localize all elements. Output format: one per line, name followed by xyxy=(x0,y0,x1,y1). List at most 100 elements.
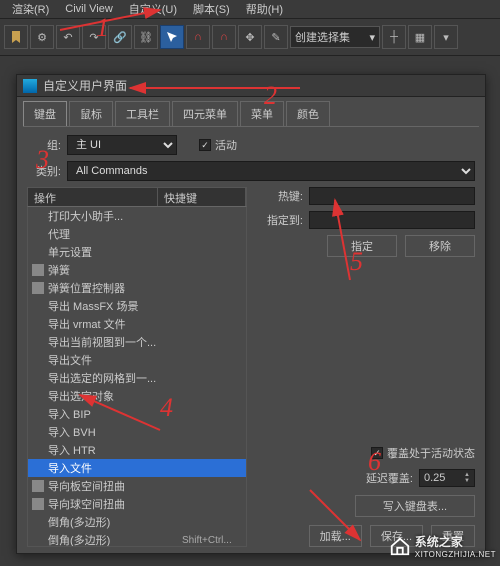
checkbox-icon: ✓ xyxy=(199,139,211,151)
row-label: 倒角(多边形) xyxy=(48,514,178,530)
action-list[interactable]: 打印大小助手... 代理单元设置弹簧弹簧位置控制器导出 MassFX 场景导出 v… xyxy=(27,207,247,547)
row-label: 导出选定的网格到一... xyxy=(48,370,178,386)
axis-icon[interactable]: ┼ xyxy=(382,25,406,49)
row-label: 导出文件 xyxy=(48,352,178,368)
row-icon xyxy=(32,264,44,276)
row-icon xyxy=(32,498,44,510)
tab-toolbar[interactable]: 工具栏 xyxy=(115,101,170,126)
menu-script[interactable]: 脚本(S) xyxy=(185,1,238,17)
dialog-tabs: 键盘 鼠标 工具栏 四元菜单 菜单 颜色 xyxy=(17,97,485,126)
row-icon xyxy=(32,246,44,258)
col-action[interactable]: 操作 xyxy=(28,188,158,206)
watermark: 系统之家 XITONGZHIJIA.NET xyxy=(389,533,496,559)
override-checkbox[interactable]: ✓ 覆盖处于活动状态 xyxy=(371,445,475,461)
checkbox-icon: ✓ xyxy=(371,447,383,459)
row-icon xyxy=(32,228,44,240)
assigned-input[interactable] xyxy=(309,211,475,229)
row-label: 代理 xyxy=(48,226,178,242)
row-icon xyxy=(32,354,44,366)
list-item[interactable]: 弹簧位置控制器 xyxy=(28,279,246,297)
list-item[interactable]: 倒角(多边形) xyxy=(28,513,246,531)
tab-menu[interactable]: 菜单 xyxy=(240,101,284,126)
row-label: 导入 BVH xyxy=(48,424,178,440)
main-toolbar: ⚙ ↶ ↷ 🔗 ⛓ ∩ ∩ ✥ ✎ 创建选择集▾ ┼ ▦ ▾ xyxy=(0,18,500,56)
row-label: 导出 MassFX 场景 xyxy=(48,298,178,314)
row-label: 导入文件 xyxy=(48,460,178,476)
delay-spinner[interactable]: 0.25 ▲▼ xyxy=(419,469,475,487)
row-label: 倒角(多边形) xyxy=(48,532,178,547)
row-label: 导入 BIP xyxy=(48,406,178,422)
row-label: 弹簧位置控制器 xyxy=(48,280,178,296)
row-label: 导出 vrmat 文件 xyxy=(48,316,178,332)
move-icon[interactable]: ✥ xyxy=(238,25,262,49)
unlink-icon[interactable]: ⛓ xyxy=(134,25,158,49)
tab-mouse[interactable]: 鼠标 xyxy=(69,101,113,126)
undo-icon[interactable]: ↶ xyxy=(56,25,80,49)
row-icon xyxy=(32,336,44,348)
list-item[interactable]: 导向球空间扭曲 xyxy=(28,495,246,513)
menu-customize[interactable]: 自定义(U) xyxy=(121,1,185,17)
row-icon xyxy=(32,372,44,384)
menu-civil-view[interactable]: Civil View xyxy=(57,3,120,15)
delay-label: 延迟覆盖: xyxy=(366,470,413,486)
list-item[interactable]: 代理 xyxy=(28,225,246,243)
magnet2-icon[interactable]: ∩ xyxy=(212,25,236,49)
hotkey-label: 热键: xyxy=(257,188,303,204)
load-button[interactable]: 加载... xyxy=(309,525,362,547)
list-item[interactable]: 导入 BVH xyxy=(28,423,246,441)
list-item[interactable]: 弹簧 xyxy=(28,261,246,279)
row-icon xyxy=(32,390,44,402)
magnet-icon[interactable]: ∩ xyxy=(186,25,210,49)
dialog-titlebar[interactable]: 自定义用户界面 xyxy=(17,75,485,97)
list-item[interactable]: 单元设置 xyxy=(28,243,246,261)
category-label: 类别: xyxy=(27,163,61,179)
list-item[interactable]: 导入文件 xyxy=(28,459,246,477)
tab-quad[interactable]: 四元菜单 xyxy=(172,101,238,126)
list-item[interactable]: 导出选定的网格到一... xyxy=(28,369,246,387)
assigned-label: 指定到: xyxy=(257,212,303,228)
selection-set-dropdown[interactable]: 创建选择集▾ xyxy=(290,26,380,48)
assign-button[interactable]: 指定 xyxy=(327,235,397,257)
settings-icon[interactable]: ⚙ xyxy=(30,25,54,49)
list-item[interactable]: 导出当前视图到一个... xyxy=(28,333,246,351)
row-icon xyxy=(32,318,44,330)
dialog-title-text: 自定义用户界面 xyxy=(43,77,127,94)
row-label: 打印大小助手... xyxy=(48,208,178,224)
col-shortcut[interactable]: 快捷键 xyxy=(158,188,246,206)
tab-keyboard[interactable]: 键盘 xyxy=(23,101,67,126)
menu-help[interactable]: 帮助(H) xyxy=(238,1,291,17)
tool-icon[interactable]: ✎ xyxy=(264,25,288,49)
list-item[interactable]: 导出选定对象 xyxy=(28,387,246,405)
tab-color[interactable]: 颜色 xyxy=(286,101,330,126)
list-item[interactable]: 导出文件 xyxy=(28,351,246,369)
row-icon xyxy=(32,444,44,456)
row-icon xyxy=(32,210,44,222)
hotkey-input[interactable] xyxy=(309,187,475,205)
category-dropdown[interactable]: All Commands xyxy=(67,161,475,181)
list-item[interactable]: 导出 vrmat 文件 xyxy=(28,315,246,333)
list-item[interactable]: 导出 MassFX 场景 xyxy=(28,297,246,315)
active-checkbox[interactable]: ✓ 活动 xyxy=(199,137,237,153)
grid-icon[interactable]: ▦ xyxy=(408,25,432,49)
menu-render[interactable]: 渲染(R) xyxy=(4,1,57,17)
house-icon xyxy=(389,535,411,557)
row-label: 导入 HTR xyxy=(48,442,178,458)
row-label: 单元设置 xyxy=(48,244,178,260)
dropdown-icon[interactable]: ▾ xyxy=(434,25,458,49)
select-icon[interactable] xyxy=(160,25,184,49)
row-shortcut: Shift+Ctrl... xyxy=(182,535,242,546)
remove-button[interactable]: 移除 xyxy=(405,235,475,257)
list-item[interactable]: 倒角(多边形) Shift+Ctrl... xyxy=(28,531,246,547)
row-icon xyxy=(32,282,44,294)
list-item[interactable]: 导向板空间扭曲 xyxy=(28,477,246,495)
bookmark-icon[interactable] xyxy=(4,25,28,49)
list-item[interactable]: 打印大小助手... xyxy=(28,207,246,225)
link-icon[interactable]: 🔗 xyxy=(108,25,132,49)
write-keyboard-button[interactable]: 写入键盘表... xyxy=(355,495,475,517)
redo-icon[interactable]: ↷ xyxy=(82,25,106,49)
main-menubar: 渲染(R) Civil View 自定义(U) 脚本(S) 帮助(H) xyxy=(0,0,500,18)
list-item[interactable]: 导入 HTR xyxy=(28,441,246,459)
list-item[interactable]: 导入 BIP xyxy=(28,405,246,423)
row-icon xyxy=(32,462,44,474)
group-dropdown[interactable]: 主 UI xyxy=(67,135,177,155)
